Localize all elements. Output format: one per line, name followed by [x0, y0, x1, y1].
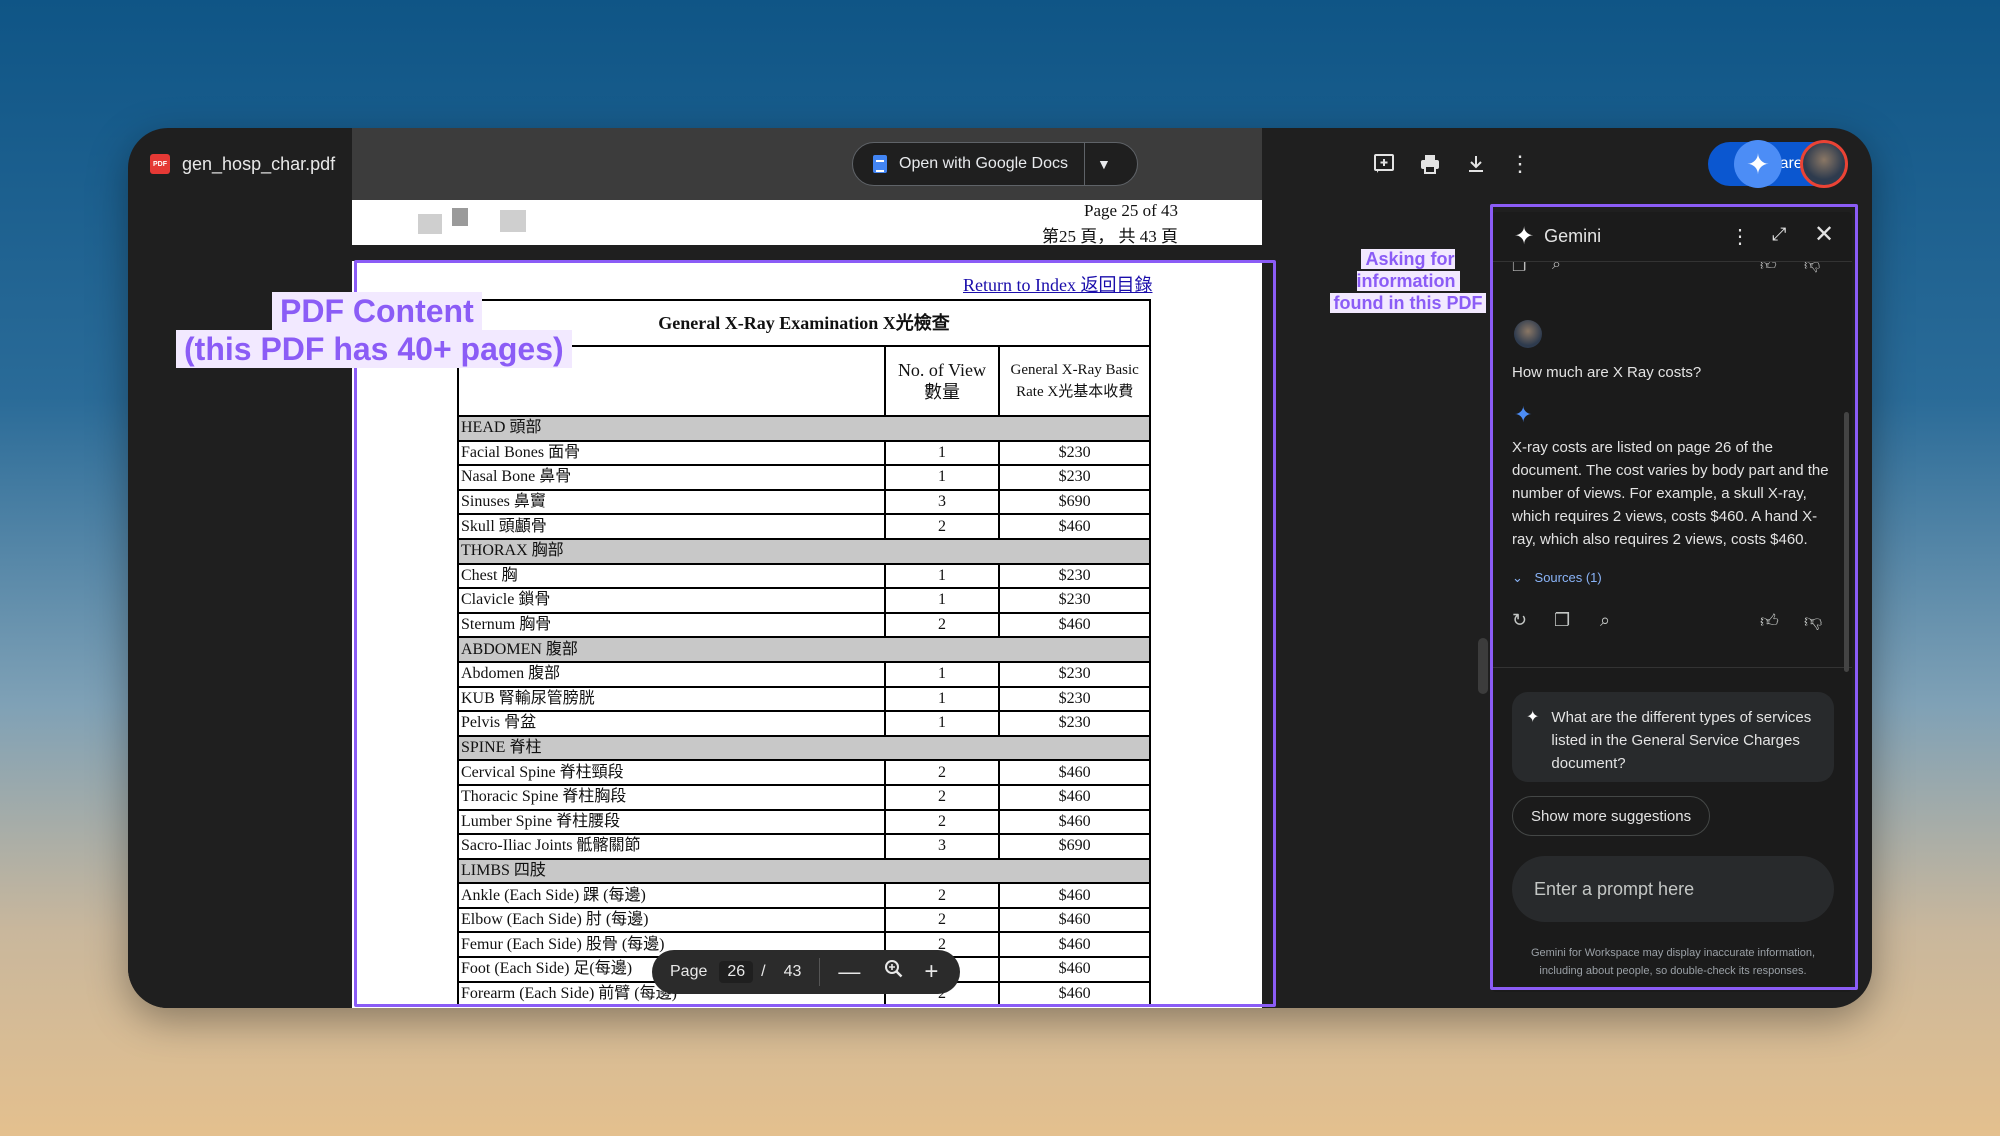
redacted-logo	[500, 210, 526, 232]
callout-line: (this PDF has 40+ pages)	[176, 330, 572, 368]
chevron-down-icon[interactable]: ▼	[1097, 156, 1111, 172]
callout-line: PDF Content	[272, 292, 482, 330]
top-bar: PDF gen_hosp_char.pdf Open with Google D…	[128, 128, 1872, 200]
file-name: gen_hosp_char.pdf	[182, 153, 336, 174]
more-vert-icon[interactable]: ⋮	[1506, 150, 1534, 178]
scrollbar-thumb[interactable]	[1478, 638, 1488, 694]
gemini-sparkle-button[interactable]: ✦	[1734, 140, 1782, 188]
previous-page-footer: Page 25 of 43 第25 頁， 共 43 頁	[352, 200, 1262, 246]
open-with-google-docs-button[interactable]: Open with Google Docs ▼	[852, 142, 1138, 186]
callout-line: Asking for information	[1356, 249, 1460, 291]
callout-line: found in this PDF	[1329, 293, 1487, 313]
page-count-chinese: 第25 頁， 共 43 頁	[1042, 227, 1178, 246]
google-docs-icon	[873, 155, 887, 173]
redacted-logo	[452, 208, 468, 226]
redacted-logo	[418, 214, 442, 234]
print-icon[interactable]	[1416, 150, 1444, 178]
side-gap	[1262, 200, 1496, 1008]
page-count-english: Page 25 of 43	[1084, 201, 1178, 220]
file-title: PDF gen_hosp_char.pdf	[128, 128, 352, 200]
pdf-content-highlight	[354, 260, 1276, 1007]
add-comment-icon[interactable]	[1370, 150, 1398, 178]
avatar[interactable]	[1800, 140, 1848, 188]
pdf-file-icon: PDF	[150, 154, 170, 174]
viewer-toolbar: Open with Google Docs ▼	[352, 128, 1262, 200]
gemini-panel-highlight	[1490, 204, 1858, 990]
divider	[1083, 142, 1085, 186]
gemini-callout: Asking for information found in this PDF	[1310, 248, 1506, 314]
pdf-content-callout: PDF Content (this PDF has 40+ pages)	[176, 292, 572, 368]
download-icon[interactable]	[1462, 150, 1490, 178]
open-with-label: Open with Google Docs	[899, 155, 1068, 172]
